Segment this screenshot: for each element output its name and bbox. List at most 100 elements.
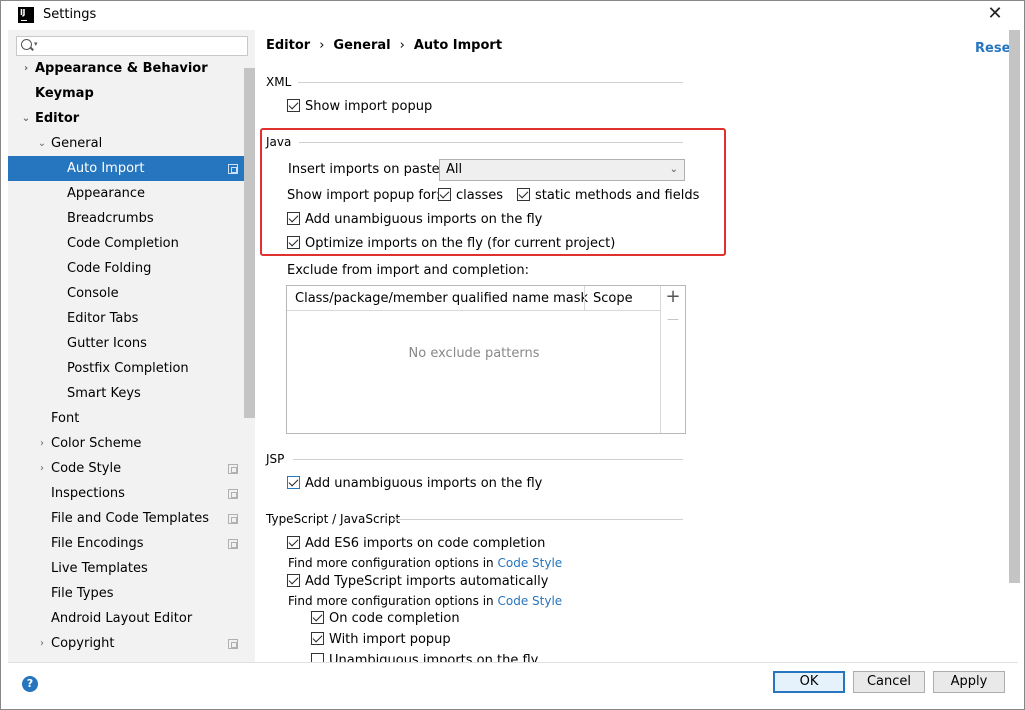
ok-button[interactable]: OK xyxy=(773,671,845,693)
tree-item-label: Breadcrumbs xyxy=(67,211,154,226)
tree-item-live-templates[interactable]: Live Templates xyxy=(8,556,244,581)
breadcrumb-separator: › xyxy=(319,38,325,53)
jsp-add-unambiguous-checkbox[interactable]: Add unambiguous imports on the fly xyxy=(287,476,542,491)
code-style-link[interactable]: Code Style xyxy=(498,556,563,570)
section-divider xyxy=(293,459,683,460)
add-icon[interactable]: + xyxy=(663,286,683,307)
tree-item-gutter-icons[interactable]: Gutter Icons xyxy=(8,331,244,356)
tree-item-auto-import[interactable]: Auto Import xyxy=(8,156,244,181)
tree-item-file-code-templates[interactable]: File and Code Templates xyxy=(8,506,244,531)
apply-button[interactable]: Apply xyxy=(933,671,1005,693)
tree-item-file-types[interactable]: File Types xyxy=(8,581,244,606)
add-ts-imports-checkbox[interactable]: Add TypeScript imports automatically xyxy=(287,574,548,589)
content-scrollbar[interactable] xyxy=(1009,30,1020,583)
checkbox-icon xyxy=(287,99,300,112)
tree-item-color-scheme[interactable]: › Color Scheme xyxy=(8,431,244,456)
tree-item-label: Editor xyxy=(35,111,80,126)
tree-item-copyright[interactable]: › Copyright xyxy=(8,631,244,656)
tree-item-android-layout-editor[interactable]: Android Layout Editor xyxy=(8,606,244,631)
tree-item-label: Live Templates xyxy=(51,561,148,576)
exclude-table[interactable]: Class/package/member qualified name mask… xyxy=(286,285,686,434)
project-scope-icon xyxy=(228,639,238,649)
tree-item-appearance[interactable]: Appearance xyxy=(8,181,244,206)
checkbox-label: Show import popup xyxy=(305,99,433,114)
tree-item-editor-tabs[interactable]: Editor Tabs xyxy=(8,306,244,331)
checkbox-label: Unambiguous imports on the fly xyxy=(329,653,539,662)
tree-item-appearance-behavior[interactable]: › Appearance & Behavior xyxy=(8,56,244,81)
project-scope-icon xyxy=(228,514,238,524)
tree-item-console[interactable]: Console xyxy=(8,281,244,306)
chevron-right-icon: › xyxy=(40,638,44,649)
breadcrumb-auto-import: Auto Import xyxy=(413,38,503,53)
breadcrumb-general: General xyxy=(333,38,391,53)
tree-item-postfix-completion[interactable]: Postfix Completion xyxy=(8,356,244,381)
tree-item-label: Code Completion xyxy=(67,236,179,251)
tree-item-label: Copyright xyxy=(51,636,115,651)
code-style-link[interactable]: Code Style xyxy=(498,594,563,608)
chevron-down-icon: ▾ xyxy=(34,40,38,48)
chevron-right-icon: › xyxy=(40,438,44,449)
tree-item-code-style[interactable]: › Code Style xyxy=(8,456,244,481)
tree-item-label: File Types xyxy=(51,586,114,601)
tree-item-label: Console xyxy=(67,286,119,301)
column-header-scope[interactable]: Scope xyxy=(593,286,633,311)
highlight-annotation xyxy=(260,128,726,256)
tree-item-label: Font xyxy=(51,411,80,426)
tree-item-label: Appearance xyxy=(67,186,146,201)
tree-item-label: Keymap xyxy=(35,86,94,101)
tree-item-label: Code Style xyxy=(51,461,122,476)
search-icon xyxy=(21,39,32,50)
help-icon[interactable]: ? xyxy=(22,676,38,692)
tree-item-font[interactable]: Font xyxy=(8,406,244,431)
tree-item-code-completion[interactable]: Code Completion xyxy=(8,231,244,256)
checkbox-label: On code completion xyxy=(329,611,460,626)
tree-item-label: File Encodings xyxy=(51,536,144,551)
unambiguous-imports-checkbox[interactable]: Unambiguous imports on the fly xyxy=(311,653,538,662)
checkbox-icon xyxy=(287,574,300,587)
tree-item-file-encodings[interactable]: File Encodings xyxy=(8,531,244,556)
section-divider xyxy=(393,519,683,520)
checkbox-icon xyxy=(311,653,324,662)
xml-show-import-popup-checkbox[interactable]: Show import popup xyxy=(287,99,432,114)
tree-item-inspections[interactable]: Inspections xyxy=(8,481,244,506)
tree-item-keymap[interactable]: Keymap xyxy=(8,81,244,106)
on-code-completion-checkbox[interactable]: On code completion xyxy=(311,611,460,626)
project-scope-icon xyxy=(228,464,238,474)
project-scope-icon xyxy=(228,164,238,174)
checkbox-icon xyxy=(311,611,324,624)
remove-icon[interactable]: — xyxy=(663,312,683,326)
tree-item-label: Auto Import xyxy=(67,161,145,176)
search-input[interactable]: ▾ xyxy=(16,36,248,56)
tree-item-label: Code Folding xyxy=(67,261,152,276)
tree-item-general[interactable]: ⌄ General xyxy=(8,131,244,156)
settings-dialog: IJ Settings ✕ ▾ › Appearance & Behavior … xyxy=(0,0,1025,710)
intellij-app-icon: IJ xyxy=(18,7,34,23)
add-es6-imports-checkbox[interactable]: Add ES6 imports on code completion xyxy=(287,536,545,551)
tree-item-label: Gutter Icons xyxy=(67,336,147,351)
checkbox-label: With import popup xyxy=(329,632,451,647)
tree-item-smart-keys[interactable]: Smart Keys xyxy=(8,381,244,406)
title-bar: IJ Settings ✕ xyxy=(1,1,1024,30)
breadcrumb-separator: › xyxy=(399,38,405,53)
section-ts-title: TypeScript / JavaScript xyxy=(266,512,401,526)
tree-item-editor[interactable]: ⌄ Editor xyxy=(8,106,244,131)
config-hint-2: Find more configuration options in Code … xyxy=(288,594,562,608)
column-header-mask[interactable]: Class/package/member qualified name mask xyxy=(295,286,588,311)
checkbox-label: Add TypeScript imports automatically xyxy=(305,574,549,589)
cancel-button[interactable]: Cancel xyxy=(853,671,925,693)
tree-item-label: Appearance & Behavior xyxy=(35,61,208,76)
tree-item-breadcrumbs[interactable]: Breadcrumbs xyxy=(8,206,244,231)
tree-item-code-folding[interactable]: Code Folding xyxy=(8,256,244,281)
close-icon[interactable]: ✕ xyxy=(986,4,1004,24)
sidebar-scrollbar[interactable] xyxy=(244,68,255,418)
config-hint-text: Find more configuration options in xyxy=(288,556,494,570)
checkbox-label: Add ES6 imports on code completion xyxy=(305,536,546,551)
table-header: Class/package/member qualified name mask… xyxy=(287,286,661,311)
breadcrumb: Editor › General › Auto Import xyxy=(266,38,502,53)
with-import-popup-checkbox[interactable]: With import popup xyxy=(311,632,451,647)
clipped-row: Unambiguous imports on the fly xyxy=(301,651,701,662)
checkbox-icon xyxy=(311,632,324,645)
exclude-label: Exclude from import and completion: xyxy=(287,263,529,278)
window-title: Settings xyxy=(43,7,97,22)
tree-item-label: Color Scheme xyxy=(51,436,142,451)
